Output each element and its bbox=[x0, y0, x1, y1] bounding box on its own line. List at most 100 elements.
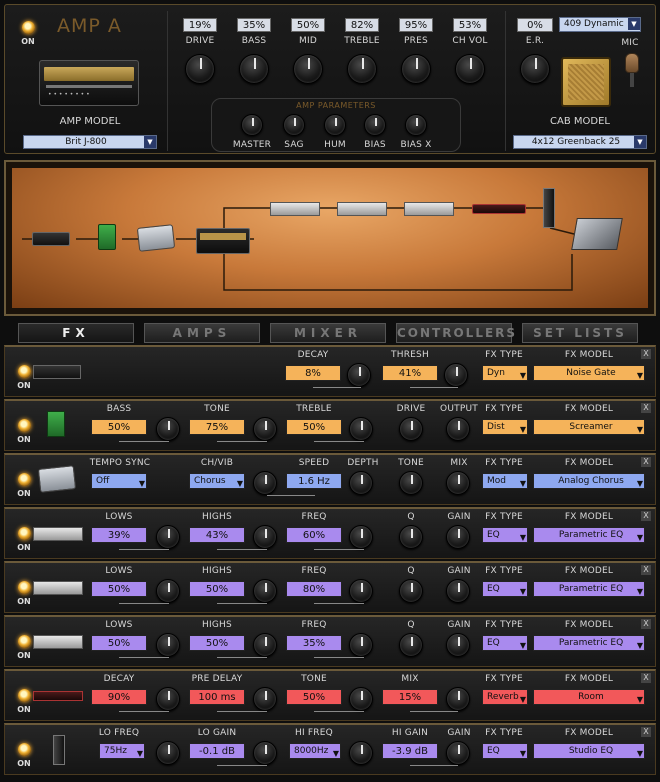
freq-knob[interactable] bbox=[349, 525, 373, 549]
er-knob[interactable] bbox=[520, 54, 550, 84]
treble-knob[interactable] bbox=[349, 417, 373, 441]
lows-value[interactable]: 39% bbox=[91, 527, 147, 543]
fx-model-select[interactable]: Parametric EQ ▼ bbox=[533, 527, 645, 543]
q-knob[interactable] bbox=[399, 633, 423, 657]
fx-type-select[interactable]: Reverb ▼ bbox=[482, 689, 528, 705]
lo-gain-value[interactable]: -0.1 dB bbox=[189, 743, 245, 759]
fx-model-select[interactable]: Room ▼ bbox=[533, 689, 645, 705]
thresh-knob[interactable] bbox=[444, 363, 468, 387]
freq-knob[interactable] bbox=[349, 579, 373, 603]
highs-knob[interactable] bbox=[253, 579, 277, 603]
cab-model-select[interactable]: 4x12 Greenback 25 ▼ bbox=[513, 135, 647, 149]
lows-knob[interactable] bbox=[156, 579, 180, 603]
treble-knob[interactable] bbox=[347, 54, 377, 84]
decay-value[interactable]: 90% bbox=[91, 689, 147, 705]
freq-knob[interactable] bbox=[349, 633, 373, 657]
fx-type-select[interactable]: Dist ▼ bbox=[482, 419, 528, 435]
lows-knob[interactable] bbox=[156, 633, 180, 657]
hum-knob[interactable] bbox=[324, 114, 346, 136]
fx-model-select[interactable]: Parametric EQ ▼ bbox=[533, 581, 645, 597]
chain-reverb-icon[interactable] bbox=[472, 204, 526, 214]
fx-power-button[interactable]: ON bbox=[13, 635, 35, 660]
tone-value[interactable]: 50% bbox=[286, 689, 342, 705]
drive-knob[interactable] bbox=[399, 417, 423, 441]
speed-value[interactable]: 1.6 Hz bbox=[286, 473, 342, 489]
close-icon[interactable]: X bbox=[641, 619, 651, 629]
gain-knob[interactable] bbox=[446, 579, 470, 603]
chain-eq-1-icon[interactable] bbox=[270, 202, 320, 216]
close-icon[interactable]: X bbox=[641, 457, 651, 467]
bias-x-knob[interactable] bbox=[405, 114, 427, 136]
chain-amp-head-icon[interactable] bbox=[196, 228, 250, 254]
close-icon[interactable]: X bbox=[641, 349, 651, 359]
mix-value[interactable]: 15% bbox=[382, 689, 438, 705]
amp-model-select[interactable]: Brit J-800 ▼ bbox=[23, 135, 157, 149]
microphone-icon[interactable] bbox=[625, 53, 639, 89]
gain-knob[interactable] bbox=[446, 525, 470, 549]
freq-value[interactable]: 35% bbox=[286, 635, 342, 651]
lows-knob[interactable] bbox=[156, 525, 180, 549]
treble-value[interactable]: 50% bbox=[286, 419, 342, 435]
highs-knob[interactable] bbox=[253, 525, 277, 549]
fx-power-button[interactable]: ON bbox=[13, 473, 35, 498]
fx-power-button[interactable]: ON bbox=[13, 743, 35, 768]
close-icon[interactable]: X bbox=[641, 511, 651, 521]
lo-gain-knob[interactable] bbox=[253, 741, 277, 765]
amp-head-icon[interactable]: • • • • • • • • bbox=[39, 60, 139, 106]
lows-value[interactable]: 50% bbox=[91, 635, 147, 651]
tempo-sync-select[interactable]: Off ▼ bbox=[91, 473, 147, 489]
fx-type-select[interactable]: EQ ▼ bbox=[482, 581, 528, 597]
fx-type-select[interactable]: EQ ▼ bbox=[482, 743, 528, 759]
depth-knob[interactable] bbox=[349, 471, 373, 495]
mix-knob[interactable] bbox=[446, 471, 470, 495]
amp-power-button[interactable]: ON bbox=[17, 21, 39, 46]
fx-model-select[interactable]: Screamer ▼ bbox=[533, 419, 645, 435]
chain-studio-eq-icon[interactable] bbox=[543, 188, 555, 228]
tab-amps[interactable]: AMPS bbox=[144, 323, 260, 343]
fx-type-select[interactable]: Mod ▼ bbox=[482, 473, 528, 489]
highs-value[interactable]: 50% bbox=[189, 635, 245, 651]
chain-screamer-pedal-icon[interactable] bbox=[98, 224, 116, 250]
close-icon[interactable]: X bbox=[641, 727, 651, 737]
fx-type-select[interactable]: EQ ▼ bbox=[482, 635, 528, 651]
pre-delay-value[interactable]: 100 ms bbox=[189, 689, 245, 705]
tone-knob[interactable] bbox=[349, 687, 373, 711]
mix-knob[interactable] bbox=[446, 687, 470, 711]
ch-vib-select[interactable]: Chorus ▼ bbox=[189, 473, 245, 489]
mic-select[interactable]: 409 Dynamic ▼ bbox=[559, 17, 641, 32]
fx-power-button[interactable]: ON bbox=[13, 527, 35, 552]
chvol-knob[interactable] bbox=[455, 54, 485, 84]
chain-noise-gate-icon[interactable] bbox=[32, 232, 70, 246]
speed-knob[interactable] bbox=[253, 471, 277, 495]
fx-power-button[interactable]: ON bbox=[13, 689, 35, 714]
fx-type-select[interactable]: EQ ▼ bbox=[482, 527, 528, 543]
chain-chorus-pedal-icon[interactable] bbox=[136, 224, 176, 252]
tab-fx[interactable]: FX bbox=[18, 323, 134, 343]
fx-model-select[interactable]: Parametric EQ ▼ bbox=[533, 635, 645, 651]
tone-knob[interactable] bbox=[253, 417, 277, 441]
output-knob[interactable] bbox=[446, 417, 470, 441]
chain-eq-3-icon[interactable] bbox=[404, 202, 454, 216]
drive-knob[interactable] bbox=[185, 54, 215, 84]
cabinet-icon[interactable] bbox=[561, 57, 611, 107]
pres-knob[interactable] bbox=[401, 54, 431, 84]
thresh-value[interactable]: 41% bbox=[382, 365, 438, 381]
tab-mixer[interactable]: MIXER bbox=[270, 323, 386, 343]
fx-power-button[interactable]: ON bbox=[13, 419, 35, 444]
fx-model-select[interactable]: Analog Chorus ▼ bbox=[533, 473, 645, 489]
highs-value[interactable]: 43% bbox=[189, 527, 245, 543]
decay-knob[interactable] bbox=[347, 363, 371, 387]
bass-knob[interactable] bbox=[239, 54, 269, 84]
highs-value[interactable]: 50% bbox=[189, 581, 245, 597]
freq-value[interactable]: 80% bbox=[286, 581, 342, 597]
fx-type-select[interactable]: Dyn ▼ bbox=[482, 365, 528, 381]
bass-value[interactable]: 50% bbox=[91, 419, 147, 435]
chain-mixer-icon[interactable] bbox=[571, 218, 623, 250]
close-icon[interactable]: X bbox=[641, 403, 651, 413]
highs-knob[interactable] bbox=[253, 633, 277, 657]
decay-value[interactable]: 8% bbox=[285, 365, 341, 381]
bias-knob[interactable] bbox=[364, 114, 386, 136]
gain-knob[interactable] bbox=[446, 633, 470, 657]
tab-set-lists[interactable]: SET LISTS bbox=[522, 323, 638, 343]
hi-gain-knob[interactable] bbox=[446, 741, 470, 765]
